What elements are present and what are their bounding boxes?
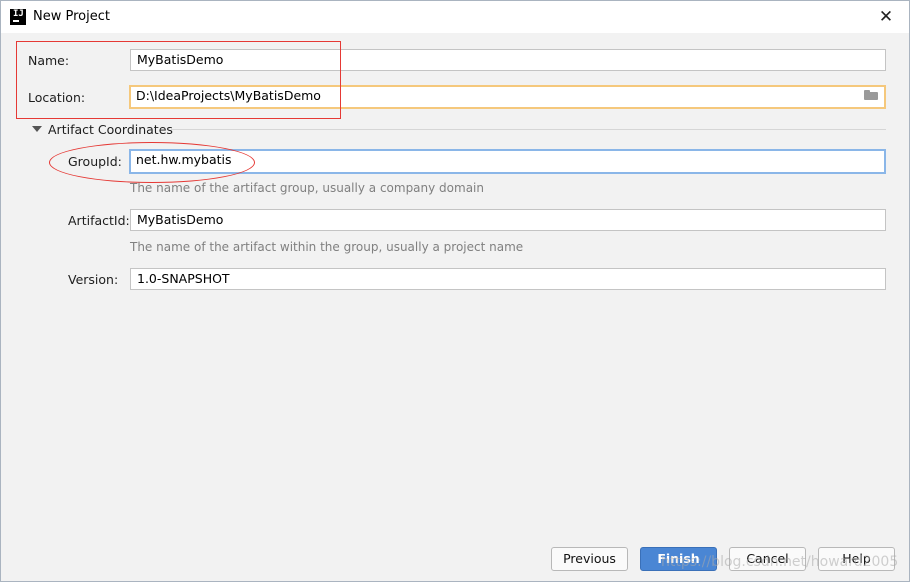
folder-icon[interactable] — [864, 90, 878, 100]
previous-button[interactable]: Previous — [551, 547, 628, 571]
section-divider — [171, 129, 886, 130]
window-title: New Project — [33, 9, 110, 24]
watermark: https://blog.csdn.net/howard2005 — [661, 554, 899, 570]
triangle-down-icon[interactable] — [32, 126, 42, 132]
artifact-id-input[interactable]: MyBatisDemo — [130, 209, 886, 231]
artifact-id-label: ArtifactId: — [68, 213, 130, 228]
version-label: Version: — [68, 272, 119, 287]
group-id-hint: The name of the artifact group, usually … — [130, 181, 484, 195]
artifact-id-hint: The name of the artifact within the grou… — [130, 240, 524, 254]
annotation-box — [16, 41, 341, 119]
new-project-dialog: IJ New Project ✕ Name: MyBatisDemo Locat… — [0, 0, 910, 582]
intellij-idea-icon: IJ — [10, 9, 26, 25]
version-input[interactable]: 1.0-SNAPSHOT — [130, 268, 886, 290]
title-bar: IJ New Project ✕ — [1, 1, 909, 33]
annotation-ellipse — [49, 142, 255, 183]
artifact-coordinates-section[interactable]: Artifact Coordinates — [48, 122, 173, 137]
close-icon[interactable]: ✕ — [873, 4, 899, 30]
